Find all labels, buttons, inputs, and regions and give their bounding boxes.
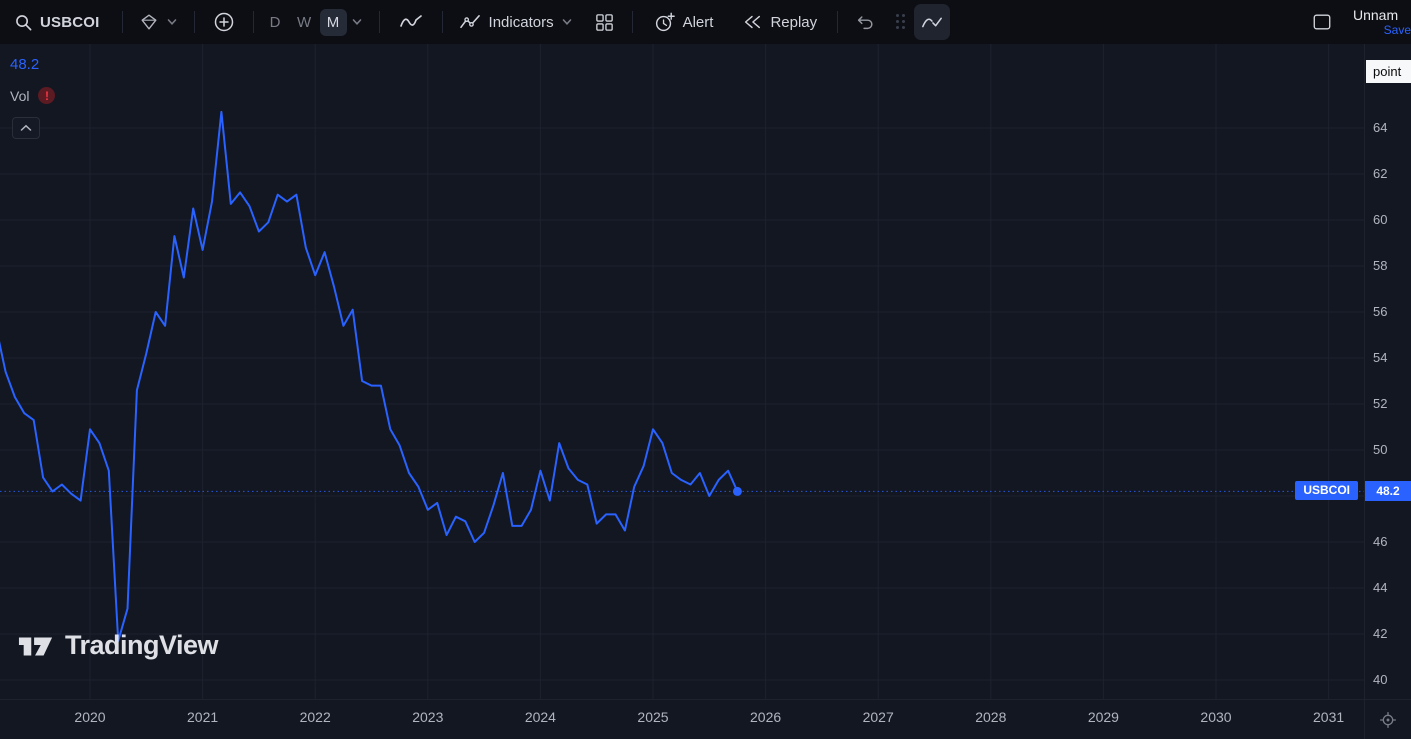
interval-button-m[interactable]: M	[320, 9, 347, 36]
save-button[interactable]: Save	[1384, 23, 1411, 37]
last-price-tag: 48.2	[1365, 481, 1411, 501]
year-tick-label[interactable]: 2027	[863, 709, 894, 725]
year-tick-label[interactable]: 2026	[750, 709, 781, 725]
year-tick-label[interactable]: 2021	[187, 709, 218, 725]
draw-curve-icon	[920, 11, 944, 33]
price-tick-label: 42	[1373, 626, 1387, 641]
year-tick-label[interactable]: 2028	[975, 709, 1006, 725]
chevron-down-icon	[351, 16, 363, 28]
last-price-dot	[733, 487, 742, 496]
separator	[442, 11, 443, 33]
separator	[122, 11, 123, 33]
chevron-up-icon	[20, 124, 32, 132]
year-tick-label[interactable]: 2029	[1088, 709, 1119, 725]
price-tick-label: 64	[1373, 120, 1387, 135]
price-axis[interactable]: point 6462605856545250484644424048.2	[1364, 44, 1411, 699]
price-unit-label[interactable]: point	[1366, 60, 1411, 83]
grid-layout-icon	[594, 12, 615, 33]
price-tick-label: 50	[1373, 442, 1387, 457]
interval-button-w[interactable]: W	[291, 9, 318, 36]
market-dropdown[interactable]	[129, 4, 188, 40]
price-tick-label: 44	[1373, 580, 1387, 595]
layout-square-icon	[1311, 12, 1333, 32]
price-chart	[0, 44, 1364, 699]
toolbar-drag-handle[interactable]	[896, 14, 906, 30]
interval-button-d[interactable]: D	[262, 9, 289, 36]
year-tick-label[interactable]: 2031	[1313, 709, 1344, 725]
separator	[253, 11, 254, 33]
legend-collapse-button[interactable]	[12, 117, 40, 139]
legend-value: 48.2	[10, 56, 55, 73]
tradingview-watermark: TradingView	[18, 630, 218, 661]
price-tick-label: 54	[1373, 350, 1387, 365]
top-toolbar: USBCOI DWM	[0, 0, 1411, 44]
chart-legend: 48.2 Vol !	[10, 56, 55, 139]
price-tick-label: 56	[1373, 304, 1387, 319]
alert-button[interactable]: Alert	[639, 4, 728, 40]
separator	[379, 11, 380, 33]
indicators-label: Indicators	[489, 14, 554, 31]
volume-legend-row: Vol !	[10, 87, 55, 104]
symbol-name: USBCOI	[40, 14, 100, 31]
axis-corner	[1364, 700, 1411, 739]
drawing-tool-button[interactable]	[914, 4, 950, 40]
price-tick-label: 46	[1373, 534, 1387, 549]
separator	[837, 11, 838, 33]
search-icon	[14, 13, 33, 32]
separator	[194, 11, 195, 33]
diamond-icon	[139, 12, 159, 32]
replay-button[interactable]: Replay	[727, 4, 831, 40]
year-tick-label[interactable]: 2020	[74, 709, 105, 725]
year-tick-label[interactable]: 2022	[300, 709, 331, 725]
undo-arrow-icon	[854, 12, 876, 32]
time-axis[interactable]: 2020 2021 2022 2023 2024 2025 2026 2027 2028 2029…	[0, 699, 1411, 739]
indicators-icon	[459, 12, 482, 33]
tradingview-app: USBCOI DWM	[0, 0, 1411, 739]
price-tick-label: 62	[1373, 166, 1387, 181]
volume-error-badge[interactable]: !	[38, 87, 55, 104]
indicators-button[interactable]: Indicators	[449, 4, 583, 40]
price-tick-label: 52	[1373, 396, 1387, 411]
layout-manager-button[interactable]	[1303, 4, 1341, 40]
undo-button[interactable]	[844, 4, 886, 40]
year-tick-label[interactable]: 2030	[1200, 709, 1231, 725]
symbol-search-button[interactable]: USBCOI	[4, 4, 116, 40]
alert-clock-icon	[653, 11, 676, 34]
interval-menu-button[interactable]	[349, 4, 373, 40]
year-tick-label[interactable]: 2024	[525, 709, 556, 725]
timezone-settings-button[interactable]	[1375, 707, 1401, 733]
layout-name[interactable]: Unnam	[1353, 7, 1398, 23]
line-chart-style-icon	[399, 11, 423, 33]
price-tick-label: 60	[1373, 212, 1387, 227]
layout-save-group: Unnam Save	[1353, 7, 1411, 37]
alert-label: Alert	[683, 14, 714, 31]
tradingview-logo-icon	[18, 631, 54, 661]
year-tick-label[interactable]: 2023	[412, 709, 443, 725]
chart-pane[interactable]: 48.2 Vol ! USBCOI TradingView	[0, 44, 1364, 699]
chevron-down-icon	[561, 16, 573, 28]
watermark-text: TradingView	[65, 630, 218, 661]
volume-label: Vol	[10, 88, 29, 104]
replay-rewind-icon	[741, 12, 763, 32]
replay-label: Replay	[770, 14, 817, 31]
chart-style-button[interactable]	[386, 4, 436, 40]
price-tick-label: 40	[1373, 672, 1387, 687]
plus-circle-icon	[213, 11, 235, 33]
gear-icon	[1379, 711, 1397, 729]
indicator-templates-button[interactable]	[583, 4, 626, 40]
chevron-down-icon	[166, 16, 178, 28]
symbol-price-label: USBCOI	[1295, 481, 1358, 500]
price-line-series	[0, 112, 737, 641]
compare-button[interactable]	[201, 4, 247, 40]
interval-group: DWM	[262, 9, 347, 36]
separator	[632, 11, 633, 33]
year-tick-label[interactable]: 2025	[637, 709, 668, 725]
price-tick-label: 58	[1373, 258, 1387, 273]
